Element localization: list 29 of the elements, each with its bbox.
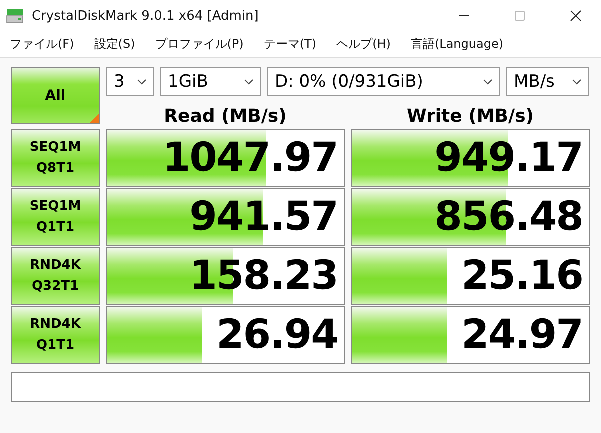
test-button[interactable]: SEQ1M Q1T1 (11, 188, 100, 246)
test-button[interactable]: RND4K Q1T1 (11, 306, 100, 364)
corner-triangle-icon (90, 114, 99, 123)
drive-icon (6, 8, 24, 24)
chevron-icon (483, 78, 493, 84)
window-title: CrystalDiskMark 9.0.1 x64 [Admin] (32, 8, 259, 24)
column-header: Read (MB/s) (163, 106, 288, 129)
menu-item[interactable]: テーマ(T) (258, 36, 323, 53)
all-button[interactable]: All (11, 67, 100, 124)
column-header: Write (MB/s) (406, 106, 536, 129)
chevron-icon (572, 78, 582, 84)
menu-item[interactable]: 設定(S) (88, 36, 142, 53)
menu-item[interactable]: プロファイル(P) (149, 36, 250, 53)
menu-item[interactable]: 言語(Language) (404, 36, 510, 53)
write-value: 25.16 (461, 253, 583, 299)
comment-field[interactable] (11, 372, 590, 402)
chevron-icon (137, 78, 147, 84)
test-button[interactable]: SEQ1M Q8T1 (11, 129, 100, 187)
read-value: 26.94 (216, 312, 338, 358)
dropdown[interactable]: 3 (106, 67, 154, 96)
chevron-icon (244, 78, 254, 84)
dropdown[interactable]: 1GiB (160, 67, 261, 96)
dropdown[interactable]: MB/s (506, 67, 589, 96)
menu-item[interactable]: ファイル(F) (4, 36, 80, 53)
dropdown[interactable]: D: 0% (0/931GiB) (267, 67, 500, 96)
menu-item[interactable]: ヘルプ(H) (330, 36, 397, 53)
close-icon[interactable] (570, 10, 582, 22)
test-button[interactable]: RND4K Q32T1 (11, 247, 100, 305)
write-value: 24.97 (461, 312, 583, 358)
